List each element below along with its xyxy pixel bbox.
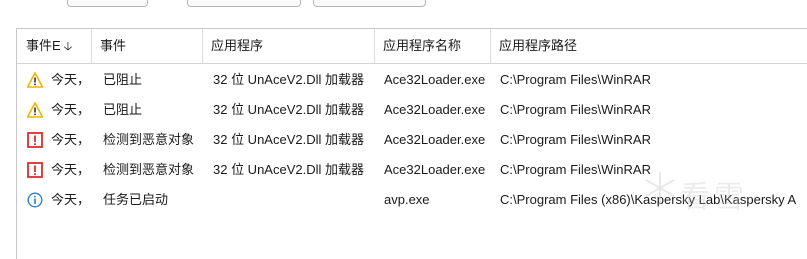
cell-name: Ace32Loader.exe [384,102,486,117]
table-row[interactable]: 今天， 任务已启动 avp.exe C:\Program Files (x86)\Ka… [17,185,807,215]
cell-name: Ace32Loader.exe [384,132,486,147]
column-header-label: 应用程序名称 [383,38,462,53]
cell-time: 今天， [51,72,91,87]
table-row[interactable]: 今天， 检测到恶意对象 32 位 UnAceV2.Dll 加载器 Ace32Loade… [17,125,807,155]
table-row[interactable]: 今天， 检测到恶意对象 32 位 UnAceV2.Dll 加载器 Ace32Loade… [17,155,807,185]
column-header-label: 事件 [100,38,127,53]
toolbar-button[interactable] [67,0,148,7]
column-header-label: 应用程序路径 [499,38,578,53]
toolbar-button[interactable] [187,0,301,7]
column-header-label: 事件E [26,38,61,53]
table-row[interactable]: 今天， 已阻止 32 位 UnAceV2.Dll 加载器 Ace32Loader.ex… [17,95,807,125]
cell-name: avp.exe [384,192,430,207]
table-row[interactable]: 今天， 已阻止 32 位 UnAceV2.Dll 加载器 Ace32Loader.ex… [17,65,807,95]
toolbar-strip [0,0,807,22]
cell-event: 已阻止 [103,72,143,87]
cell-event: 任务已启动 [103,192,169,207]
column-header-label: 应用程序 [211,38,264,53]
event-list: 事件E 🡣 事件 应用程序 应用程序名称 应用程序路径 今天， 已阻止 32 位 Un… [16,28,807,259]
table-header: 事件E 🡣 事件 应用程序 应用程序名称 应用程序路径 [17,29,807,64]
cell-app: 32 位 UnAceV2.Dll 加载器 [213,72,364,87]
column-header-application-path[interactable]: 应用程序路径 [491,29,807,63]
cell-name: Ace32Loader.exe [384,72,486,87]
column-header-time[interactable]: 事件E 🡣 [17,29,92,63]
cell-event: 检测到恶意对象 [103,132,195,147]
column-header-application-name[interactable]: 应用程序名称 [375,29,491,63]
cell-app [213,185,375,215]
column-header-event[interactable]: 事件 [92,29,203,63]
cell-event: 已阻止 [103,102,143,117]
cell-app: 32 位 UnAceV2.Dll 加载器 [213,132,364,147]
cell-time: 今天， [51,192,91,207]
cell-event: 检测到恶意对象 [103,162,195,177]
cell-path: C:\Program Files\WinRAR [500,102,651,117]
cell-app: 32 位 UnAceV2.Dll 加载器 [213,102,364,117]
cell-path: C:\Program Files\WinRAR [500,72,651,87]
cell-time: 今天， [51,132,91,147]
toolbar-button[interactable] [313,0,426,7]
cell-time: 今天， [51,102,91,117]
column-header-application[interactable]: 应用程序 [203,29,375,63]
cell-name: Ace32Loader.exe [384,162,486,177]
cell-path: C:\Program Files\WinRAR [500,162,651,177]
cell-app: 32 位 UnAceV2.Dll 加载器 [213,162,364,177]
cell-time: 今天， [51,162,91,177]
sort-descending-icon: 🡣 [63,39,73,53]
cell-path: C:\Program Files\WinRAR [500,132,651,147]
cell-path: C:\Program Files (x86)\Kaspersky Lab\Kas… [500,192,797,207]
